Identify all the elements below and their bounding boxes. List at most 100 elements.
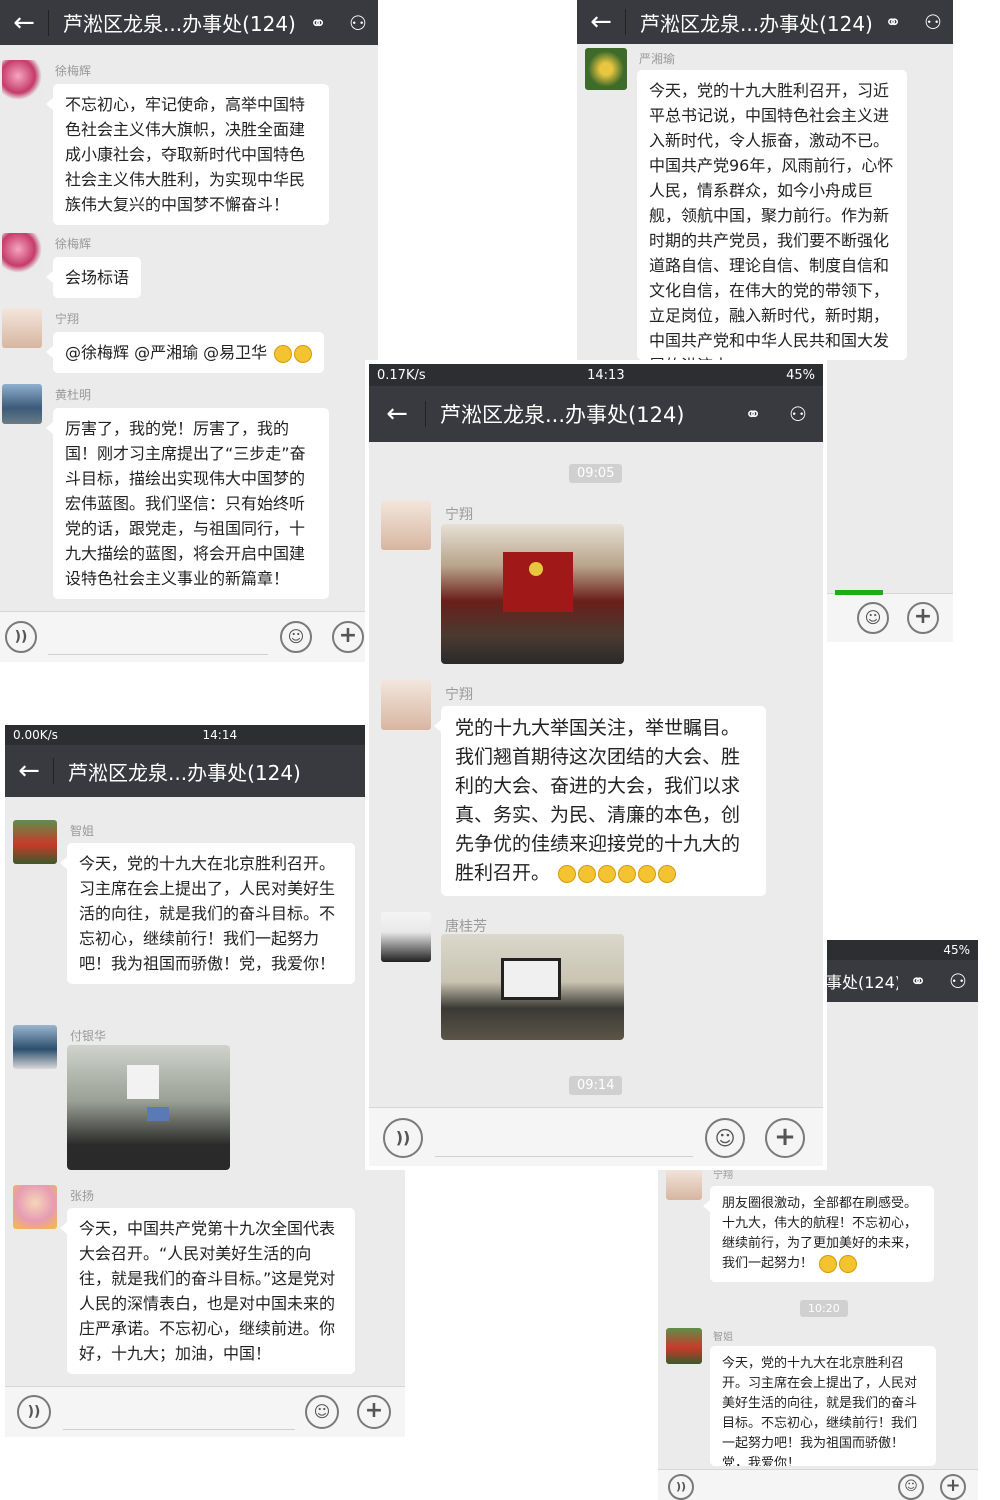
timestamp: 09:05	[569, 464, 623, 483]
message-bubble[interactable]: 今天，中国共产党第十九次全国代表大会召开。“人民对美好生活的向往，就是我们的奋斗…	[60, 1208, 355, 1374]
plus-icon[interactable]: +	[940, 1474, 966, 1500]
message-bubble[interactable]: 今天，党的十九大在北京胜利召开。习主席在会上提出了，人民对美好生活的向往，就是我…	[60, 843, 355, 984]
ear-icon[interactable]: ⚭	[298, 11, 338, 35]
voice-icon[interactable]: ))	[17, 1395, 51, 1429]
sender-name: 宁翔	[445, 687, 473, 703]
emoji-sticker-icon	[578, 864, 597, 883]
message-bubble[interactable]: 今天，党的十九大胜利召开，习近平总书记说，中国特色社会主义进入新时代，令人振奋，…	[637, 70, 907, 360]
emoji-icon[interactable]: ☺	[898, 1474, 924, 1500]
message-input[interactable]	[63, 1429, 295, 1430]
input-bar: )) ☺ +	[369, 1107, 823, 1166]
emoji-icon[interactable]: ☺	[280, 621, 312, 653]
ear-icon[interactable]: ⚭	[898, 969, 938, 993]
chat-image[interactable]	[441, 934, 624, 1040]
avatar[interactable]	[2, 233, 42, 273]
back-arrow-icon[interactable]: ←	[577, 7, 625, 37]
chat-image[interactable]	[67, 1045, 230, 1170]
message-bubble[interactable]: 会场标语	[45, 257, 142, 298]
message-bubble[interactable]: @徐梅辉 @严湘瑜 @易卫华	[45, 332, 325, 373]
plus-icon[interactable]: +	[332, 621, 364, 653]
timestamp: 09:14	[569, 1076, 623, 1095]
battery-level: 45%	[943, 943, 970, 957]
plus-icon[interactable]: +	[765, 1118, 805, 1158]
back-arrow-icon[interactable]: ←	[369, 399, 425, 429]
network-speed: 0.00K/s	[13, 728, 58, 742]
party-emblem	[529, 562, 543, 576]
back-arrow-icon[interactable]: ←	[0, 8, 48, 38]
divider	[48, 9, 49, 36]
sender-name: 付银华	[70, 1029, 107, 1043]
avatar[interactable]	[585, 48, 627, 90]
emoji-sticker-icon	[558, 864, 577, 883]
clock: 14:13	[587, 367, 625, 383]
avatar[interactable]	[381, 680, 431, 730]
avatar[interactable]	[381, 912, 431, 962]
clock: 14:14	[202, 728, 238, 742]
voice-icon[interactable]: ))	[668, 1474, 694, 1500]
emoji-sticker-icon	[638, 864, 657, 883]
message-text: 党的十九大举国关注，举世瞩目。我们翘首期待这次团结的大会、胜利的大会、奋进的大会…	[455, 717, 741, 884]
group-members-icon[interactable]: ⚇	[913, 10, 953, 34]
voice-icon[interactable]: ))	[383, 1118, 423, 1158]
chat-header: ← 芦淞区龙泉...办事处(124) ⚭ ⚇	[577, 0, 953, 44]
avatar[interactable]	[13, 1025, 57, 1069]
emoji-sticker-icon	[658, 864, 677, 883]
group-members-icon[interactable]: ⚇	[773, 402, 823, 426]
timestamp: 10:20	[800, 1300, 848, 1317]
chat-panel-1: ← 芦淞区龙泉...办事处(124) ⚭ ⚇ 徐梅辉 不忘初心，牢记使命，高举中…	[0, 0, 378, 662]
group-members-icon[interactable]: ⚇	[938, 969, 978, 993]
sender-name: 智姐	[70, 824, 95, 838]
mention-text: @徐梅辉 @严湘瑜 @易卫华	[65, 343, 268, 362]
avatar[interactable]	[2, 308, 42, 348]
status-bar: 0.17K/s 14:13 45%	[369, 364, 823, 386]
chat-header: ← 芦淞区龙泉...办事处(124) ⚭ ⚇	[0, 0, 378, 45]
ear-icon[interactable]: ⚭	[873, 10, 913, 34]
divider	[625, 9, 626, 35]
divider	[425, 401, 426, 427]
group-members-icon[interactable]: ⚇	[338, 11, 378, 35]
message-bubble[interactable]: 厉害了，我的党！厉害了，我的国！刚才习主席提出了“三步走”奋斗目标，描绘出实现伟…	[46, 408, 329, 599]
sender-name: 宁翔	[55, 312, 80, 326]
emoji-icon[interactable]: ☺	[305, 1395, 339, 1429]
chat-title: 芦淞区龙泉...办事处(124)	[68, 760, 301, 785]
message-bubble[interactable]: 不忘初心，牢记使命，高举中国特色社会主义伟大旗帜，决胜全面建成小康社会，夺取新时…	[46, 84, 329, 225]
tv-screen	[147, 1107, 169, 1121]
sender-name: 宁翔	[445, 507, 473, 523]
avatar[interactable]	[666, 1328, 702, 1364]
chat-header: ← 芦淞区龙泉...办事处(124) ⚭ ⚇	[369, 386, 823, 442]
avatar[interactable]	[381, 500, 431, 550]
plus-icon[interactable]: +	[907, 602, 939, 634]
message-input[interactable]	[48, 654, 268, 655]
status-bar: 0.00K/s 14:14 45	[5, 725, 405, 745]
message-input[interactable]	[435, 1156, 693, 1157]
thumbs-up-icon	[274, 344, 293, 363]
avatar[interactable]	[2, 384, 42, 424]
battery-level: 45%	[786, 367, 815, 383]
voice-icon[interactable]: ))	[5, 621, 37, 653]
emoji-sticker-icon	[839, 1254, 858, 1273]
back-arrow-icon[interactable]: ←	[5, 756, 53, 786]
chat-panel-3: 0.17K/s 14:13 45% ← 芦淞区龙泉...办事处(124) ⚭ ⚇…	[365, 360, 827, 1170]
emoji-icon[interactable]: ☺	[705, 1118, 745, 1158]
emoji-sticker-icon	[618, 864, 637, 883]
input-bar: )) ☺ +	[5, 1386, 405, 1437]
input-bar: )) ☺ +	[0, 611, 378, 662]
network-speed: 0.17K/s	[377, 367, 426, 383]
chat-header: ← 芦淞区龙泉...办事处(124) ⚭	[5, 745, 405, 797]
chat-image[interactable]	[441, 524, 624, 664]
divider	[53, 758, 54, 784]
ear-icon[interactable]: ⚭	[733, 402, 773, 426]
avatar[interactable]	[666, 1168, 702, 1200]
message-bubble[interactable]: 今天，党的十九大在北京胜利召开。习主席在会上提出了，人民对美好生活的向往，就是我…	[710, 1346, 936, 1466]
avatar[interactable]	[13, 820, 57, 864]
avatar[interactable]	[13, 1185, 57, 1229]
avatar[interactable]	[2, 60, 42, 100]
chat-title: 芦淞区龙泉...办事处(124)	[640, 11, 873, 36]
message-bubble[interactable]: 党的十九大举国关注，举世瞩目。我们翘首期待这次团结的大会、胜利的大会、奋进的大会…	[434, 706, 766, 896]
sender-name: 徐梅辉	[55, 64, 92, 78]
message-bubble[interactable]: 朋友圈很激动，全部都在刷感受。十九大，伟大的航程！不忘初心，继续前行，为了更加美…	[703, 1186, 934, 1282]
chat-title: 芦淞区龙泉...办事处(124)	[440, 403, 685, 427]
sender-name: 严湘瑜	[639, 52, 676, 66]
plus-icon[interactable]: +	[357, 1395, 391, 1429]
emoji-icon[interactable]: ☺	[857, 602, 889, 634]
